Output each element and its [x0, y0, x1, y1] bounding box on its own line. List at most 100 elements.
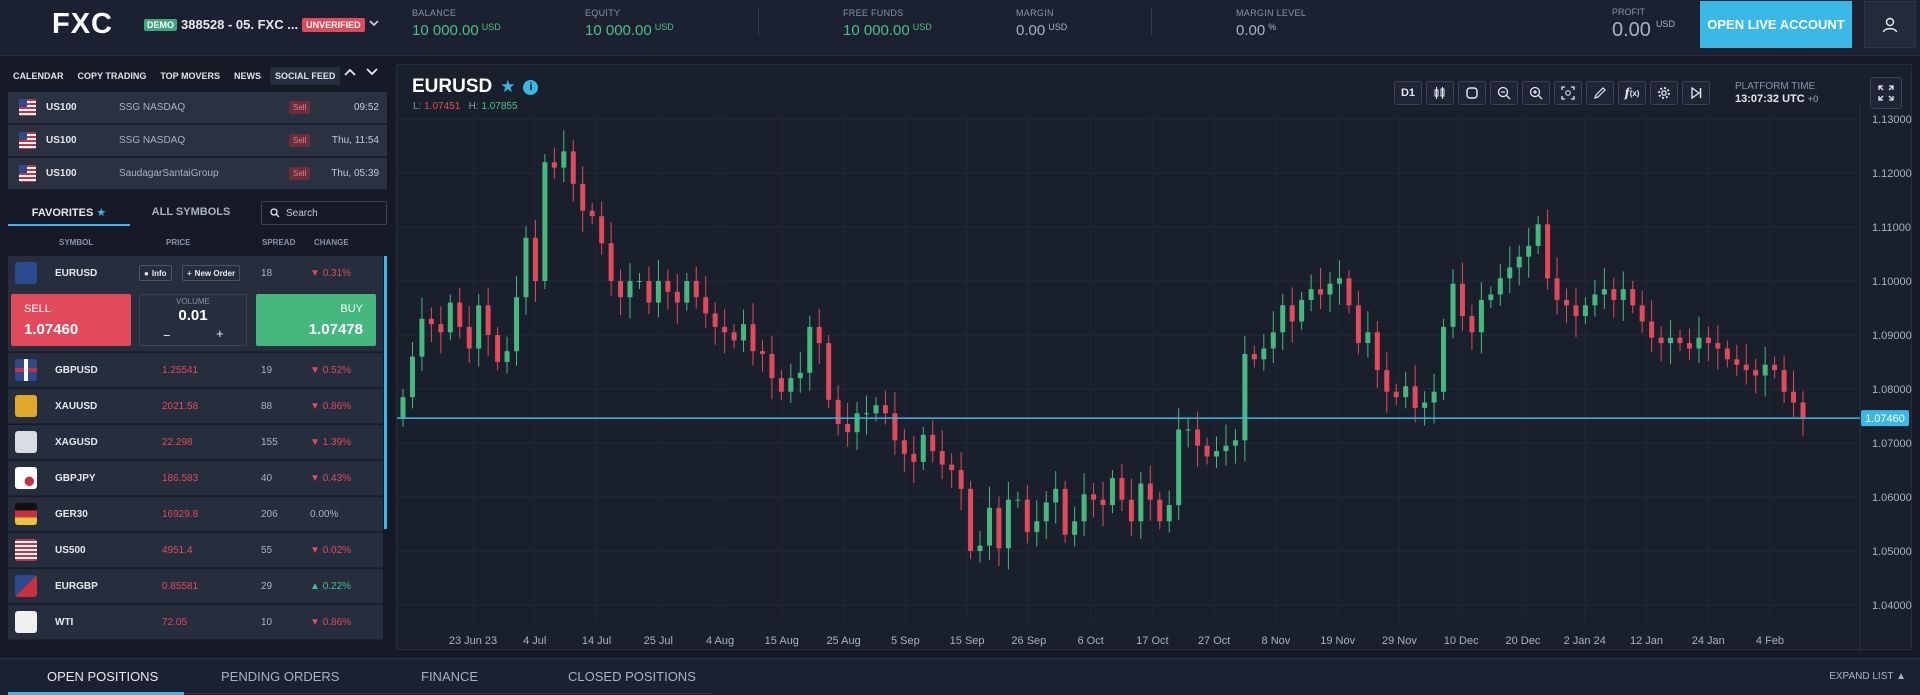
info-icon[interactable]: i — [523, 79, 539, 95]
flag-us — [15, 539, 37, 561]
candle-body — [1327, 283, 1333, 295]
candle-body — [419, 318, 425, 357]
candles-icon[interactable] — [1426, 81, 1454, 105]
expanded-symbol-row[interactable]: EURUSD ● Info + New Order 18 ▼ 0.31% SELL … — [8, 256, 383, 352]
plus-icon: + — [187, 268, 192, 278]
feed-item[interactable]: US100 SSG NASDAQ Sell Thu, 11:54 — [8, 125, 387, 157]
tab-calendar[interactable]: CALENDAR — [8, 67, 69, 85]
open-live-account-button[interactable]: OPEN LIVE ACCOUNT — [1700, 1, 1852, 48]
zoom-in-icon[interactable] — [1522, 81, 1550, 105]
chevron-up-icon[interactable] — [344, 67, 356, 77]
tab-social-feed[interactable]: SOCIAL FEED — [270, 67, 341, 85]
indicators-icon[interactable]: f (x) — [1618, 81, 1646, 105]
new-order-button[interactable]: + New Order — [182, 265, 241, 281]
candle-body — [939, 451, 945, 465]
screenshot-icon[interactable] — [1554, 81, 1582, 105]
fullscreen-button[interactable] — [1870, 77, 1902, 109]
x-tick-label: 15 Sep — [950, 635, 985, 647]
price-chart[interactable]: 1.13000 1.12000 1.11000 1.10000 1.09000 1.080… — [397, 65, 1913, 651]
symbol-row-ger30[interactable]: GER30 16929.8 206 0.00% — [8, 497, 383, 532]
candle-body — [1280, 305, 1286, 333]
brand-logo[interactable]: FXC — [52, 8, 113, 41]
triangle-down-icon: ▼ — [310, 268, 320, 279]
sell-button[interactable]: SELL 1.07460 — [11, 294, 131, 346]
symbol-row-gbpjpy[interactable]: GBPJPY 186.583 40 ▼ 0.43% — [8, 461, 383, 496]
candle-body — [930, 434, 936, 452]
timeframe-button[interactable]: D1 — [1394, 81, 1422, 105]
tab-news[interactable]: NEWS — [229, 67, 266, 85]
pencil-icon[interactable] — [1586, 81, 1614, 105]
favorite-star-icon[interactable]: ★ — [500, 77, 515, 97]
symbol-row-xauusd[interactable]: XAUUSD 2021.58 88 ▼ 0.86% — [8, 389, 383, 424]
volume-stepper[interactable]: VOLUME 0.01 — [139, 294, 247, 346]
tab-all-symbols[interactable]: ALL SYMBOLS — [130, 200, 252, 226]
flag-gb-jp — [15, 467, 37, 489]
buy-button[interactable]: BUY 1.07478 — [256, 294, 376, 346]
volume-increase-button[interactable]: + — [216, 326, 224, 341]
symbol-spread: 10 — [261, 616, 273, 628]
x-tick-label: 26 Sep — [1011, 635, 1046, 647]
square-icon[interactable] — [1458, 81, 1486, 105]
symbol-row-wti[interactable]: WTI 72.05 10 ▼ 0.86% — [8, 605, 383, 640]
candle-body — [722, 326, 728, 333]
symbol-row-xagusd[interactable]: XAGUSD 22.298 155 ▼ 1.39% — [8, 425, 383, 460]
candle-body — [457, 302, 463, 327]
candle-body — [864, 413, 870, 415]
symbol-change: ▼ 0.52% — [310, 364, 352, 376]
tab-open-positions[interactable]: OPEN POSITIONS — [47, 669, 158, 684]
x-tick-label: 23 Jun 23 — [449, 635, 497, 647]
candle-body — [409, 356, 415, 398]
chart-toolbar: D1 f (x) — [1394, 81, 1710, 105]
symbol-row-eurgbp[interactable]: EURGBP 0.85581 29 ▲ 0.22% — [8, 569, 383, 604]
candle-body — [1005, 499, 1011, 549]
info-button[interactable]: ● Info — [139, 265, 172, 281]
candle-body — [977, 545, 983, 551]
col-spread: SPREAD — [262, 238, 296, 247]
skip-to-end-icon[interactable] — [1682, 81, 1710, 105]
candle-body — [438, 324, 444, 333]
symbol-row-gbpusd[interactable]: GBPUSD 1.25541 19 ▼ 0.52% — [8, 353, 383, 388]
candle-body — [826, 343, 832, 400]
candle-body — [1289, 305, 1295, 322]
gear-icon[interactable] — [1650, 81, 1678, 105]
unverified-badge: UNVERIFIED — [302, 17, 365, 32]
symbol-price: 72.05 — [162, 616, 188, 628]
list-scrollbar[interactable] — [384, 256, 387, 529]
candle-body — [1734, 359, 1740, 365]
feed-item[interactable]: US100 SaudagarSantaiGroup Sell Thu, 05:3… — [8, 158, 387, 190]
x-tick-label: 20 Dec — [1506, 635, 1541, 647]
candle-body — [495, 335, 501, 362]
x-tick-label: 10 Dec — [1444, 635, 1479, 647]
user-profile-button[interactable] — [1864, 1, 1916, 48]
volume-input[interactable]: 0.01 — [140, 307, 246, 324]
symbol-price: 2021.58 — [162, 400, 199, 412]
symbol-spread: 206 — [261, 508, 278, 520]
chevron-down-icon[interactable] — [369, 19, 379, 30]
symbol-change: ▼ 1.39% — [310, 436, 352, 448]
tab-underline — [184, 693, 712, 694]
y-tick-label: 1.09000 — [1872, 330, 1912, 342]
symbol-row-us500[interactable]: US500 4951.4 55 ▼ 0.02% — [8, 533, 383, 568]
feed-item[interactable]: US100 SSG NASDAQ Sell 09:52 — [8, 92, 387, 124]
candle-body — [1658, 337, 1664, 344]
candle-body — [1365, 332, 1371, 344]
candle-body — [1242, 353, 1248, 441]
tab-pending-orders[interactable]: PENDING ORDERS — [221, 669, 339, 684]
candle-body — [665, 281, 671, 292]
tab-finance[interactable]: FINANCE — [421, 669, 478, 684]
candle-body — [1564, 299, 1570, 306]
tab-closed-positions[interactable]: CLOSED POSITIONS — [568, 669, 696, 684]
tab-favorites[interactable]: FAVORITES ★ — [8, 200, 130, 226]
x-tick-label: 4 Aug — [706, 635, 734, 647]
zoom-out-icon[interactable] — [1490, 81, 1518, 105]
tab-copy-trading[interactable]: COPY TRADING — [73, 67, 152, 85]
search-input[interactable]: Search — [286, 208, 318, 219]
expand-list-button[interactable]: EXPAND LIST ▲ — [1829, 671, 1906, 682]
volume-decrease-button[interactable]: − — [163, 328, 171, 343]
chevron-down-icon[interactable] — [366, 67, 378, 77]
symbol-search[interactable]: Search — [261, 201, 387, 225]
candle-body — [835, 399, 841, 425]
account-selector[interactable]: DEMO 388528 - 05. FXC ... UNVERIFIED — [144, 17, 379, 32]
tab-top-movers[interactable]: TOP MOVERS — [155, 67, 225, 85]
metric-margin: MARGIN 0.00 USD — [1016, 8, 1068, 39]
